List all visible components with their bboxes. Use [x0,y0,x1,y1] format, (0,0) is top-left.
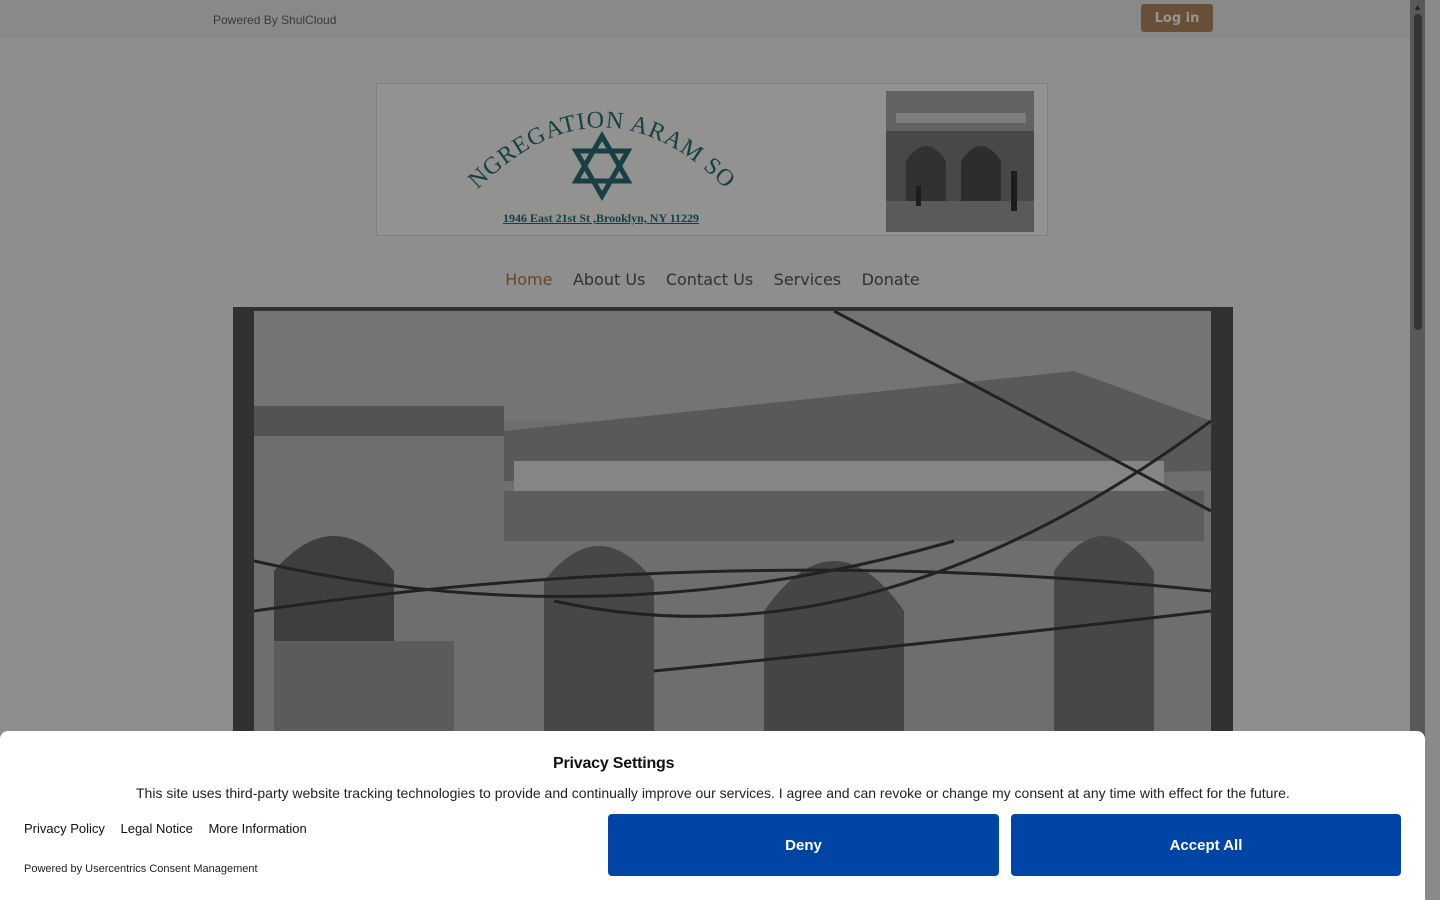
deny-button[interactable]: Deny [608,814,999,876]
more-information-link[interactable]: More Information [208,821,306,836]
consent-links: Privacy Policy Legal Notice More Informa… [24,821,319,836]
consent-title: Privacy Settings [553,755,675,772]
consent-description: This site uses third-party website track… [136,785,1290,801]
powered-by-usercentrics[interactable]: Powered by Usercentrics Consent Manageme… [24,863,258,875]
legal-notice-link[interactable]: Legal Notice [121,821,193,836]
privacy-policy-link[interactable]: Privacy Policy [24,821,105,836]
accept-all-button[interactable]: Accept All [1011,814,1401,876]
privacy-consent-banner: Privacy Settings This site uses third-pa… [0,731,1425,900]
